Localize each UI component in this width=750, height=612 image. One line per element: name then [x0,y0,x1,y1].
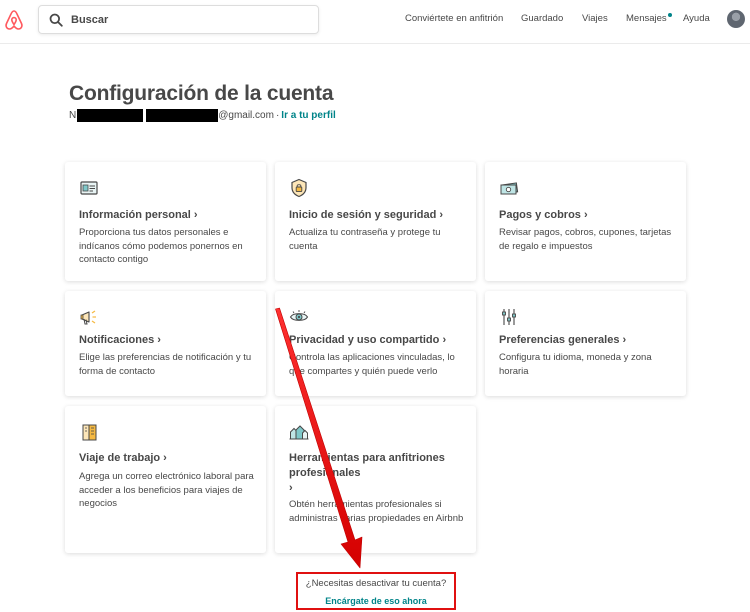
search-bar[interactable] [38,5,319,34]
nav-help[interactable]: Ayuda [683,13,710,24]
email-domain: @gmail.com [218,110,274,121]
card-title: Privacidad y uso compartido › [289,334,447,346]
card-notifications[interactable]: Notificaciones › Elige las preferencias … [65,291,266,396]
deactivate-account-link[interactable]: Encárgate de eso ahora [298,596,454,606]
card-privacy[interactable]: Privacidad y uso compartido › Controla l… [275,291,476,396]
profile-link[interactable]: Ir a tu perfil [281,110,335,121]
card-title: Notificaciones › [79,334,161,346]
card-description: Controla las aplicaciones vinculadas, lo… [289,352,455,377]
page-title: Configuración de la cuenta [69,82,334,105]
airbnb-logo-icon[interactable] [4,9,24,31]
chevron-right-icon: › [289,482,293,494]
card-description: Configura tu idioma, moneda y zona horar… [499,352,652,377]
nav-messages-label: Mensajes [626,13,667,24]
card-title: Inicio de sesión y seguridad › [289,209,444,221]
card-login-security[interactable]: Inicio de sesión y seguridad › Actualiza… [275,162,476,281]
card-personal-info[interactable]: Información personal › Proporciona tus d… [65,162,266,281]
nav-become-host[interactable]: Conviértete en anfitrión [405,13,503,24]
unread-dot-icon [667,13,672,17]
search-input[interactable] [71,13,291,26]
card-pro-host-tools[interactable]: Herramientas para anfitriones profesiona… [275,406,476,553]
money-icon [500,182,519,195]
megaphone-icon [80,310,96,325]
account-subline: N @gmail.com · Ir a tu perfil [69,109,336,122]
card-title: Viaje de trabajo › [79,452,167,464]
buildings-icon [289,425,309,440]
card-description: Agrega un correo electrónico laboral par… [79,471,254,509]
card-payments[interactable]: Pagos y cobros › Revisar pagos, cobros, … [485,162,686,281]
search-icon [49,13,63,27]
eye-icon [289,310,309,321]
briefcase-icon [82,424,97,441]
chevron-right-icon: › [163,452,167,464]
card-description: Actualiza tu contraseña y protege tu cue… [289,227,441,252]
deactivate-account-highlight: ¿Necesitas desactivar tu cuenta? Encárga… [296,572,456,610]
shield-icon [291,178,307,198]
email-initial: N [69,110,77,121]
chevron-right-icon: › [193,209,198,221]
card-description: Obtén herramientas profesionales si admi… [289,499,464,524]
card-title: Herramientas para anfitriones profesiona… [289,452,445,494]
card-business-travel[interactable]: Viaje de trabajo › Agrega un correo elec… [65,406,266,553]
card-description: Proporciona tus datos personales e indíc… [79,227,243,265]
card-description: Revisar pagos, cobros, cupones, tarjetas… [499,227,672,252]
chevron-right-icon: › [157,334,161,346]
card-title: Información personal › [79,209,198,221]
redaction-bar [146,109,219,122]
id-card-icon [80,181,98,195]
chevron-right-icon: › [583,209,588,221]
chevron-right-icon: › [439,209,444,221]
nav-messages[interactable]: Mensajes [626,13,672,24]
nav-trips[interactable]: Viajes [582,13,608,24]
card-description: Elige las preferencias de notificación y… [79,352,252,377]
chevron-right-icon: › [442,334,447,346]
card-general-preferences[interactable]: Preferencias generales › Configura tu id… [485,291,686,396]
avatar[interactable] [727,10,745,28]
nav-saved[interactable]: Guardado [521,13,563,24]
separator: · [275,110,280,121]
top-header: Conviértete en anfitrión Guardado Viajes… [0,0,750,44]
card-title: Pagos y cobros › [499,209,588,221]
chevron-right-icon: › [622,334,627,346]
card-title: Preferencias generales › [499,334,627,346]
deactivate-question: ¿Necesitas desactivar tu cuenta? [305,578,447,589]
redaction-bar [77,109,144,122]
sliders-icon [502,309,516,325]
